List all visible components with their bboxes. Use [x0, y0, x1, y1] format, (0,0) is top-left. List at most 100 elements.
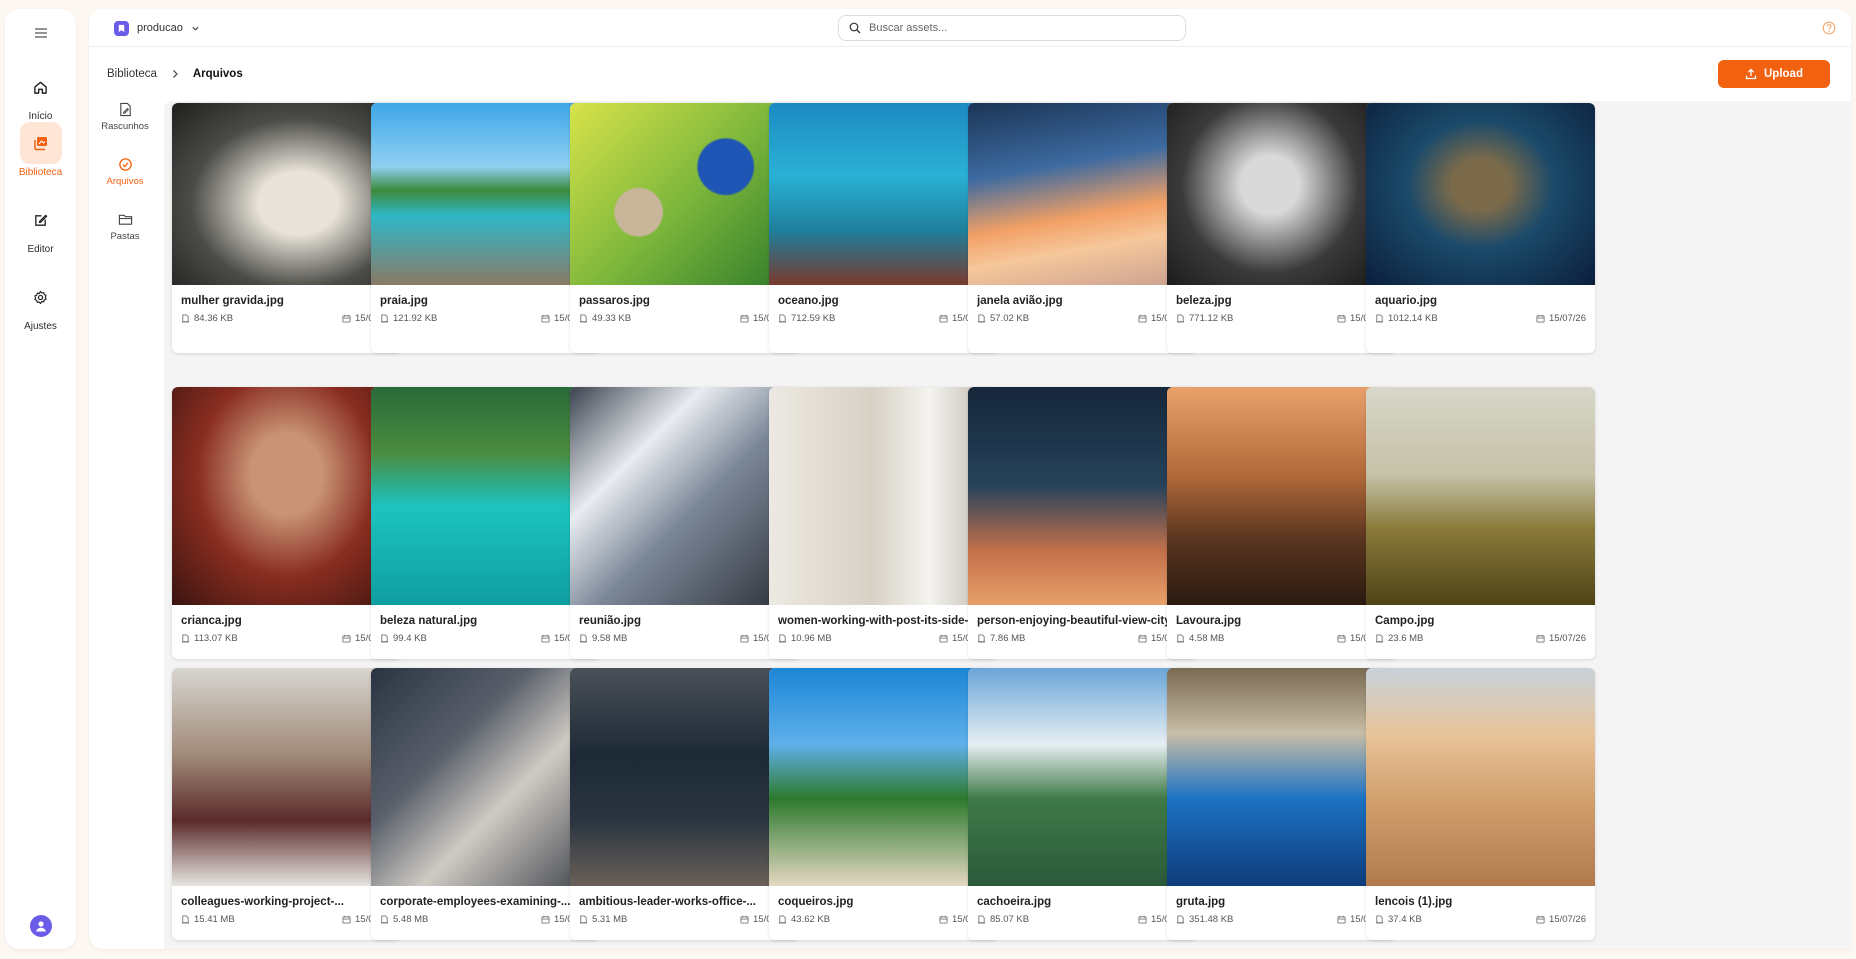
asset-thumbnail[interactable] [1366, 387, 1595, 605]
asset-meta: 9.58 MB15/07/26 [579, 633, 790, 644]
asset-thumbnail[interactable] [570, 103, 799, 285]
asset-card[interactable]: ambitious-leader-works-office-... 5.31 MB… [570, 668, 799, 940]
file-size-icon [778, 634, 787, 643]
asset-meta: 7.86 MB15/07/26 [977, 633, 1188, 644]
asset-thumbnail[interactable] [769, 103, 998, 285]
asset-card[interactable]: Lavoura.jpg 4.58 MB15/07/26 [1167, 387, 1396, 659]
asset-card[interactable]: beleza natural.jpg 99.4 KB15/07/26 [371, 387, 600, 659]
calendar-icon [1536, 634, 1545, 643]
asset-card[interactable]: gruta.jpg 351.48 KB15/07/26 [1167, 668, 1396, 940]
asset-thumbnail[interactable] [1366, 668, 1595, 886]
asset-filename: praia.jpg [380, 295, 428, 307]
asset-card[interactable]: beleza.jpg 771.12 KB15/07/26 [1167, 103, 1396, 353]
asset-size: 43.62 KB [791, 914, 831, 925]
asset-thumbnail[interactable] [968, 668, 1197, 886]
asset-card[interactable]: passaros.jpg 49.33 KB15/07/26 [570, 103, 799, 353]
breadcrumb-biblioteca[interactable]: Biblioteca [107, 68, 157, 80]
sidebar-item-biblioteca[interactable]: Biblioteca [5, 122, 76, 188]
asset-card[interactable]: oceano.jpg 712.59 KB15/07/26 [769, 103, 998, 353]
asset-thumbnail[interactable] [1167, 387, 1396, 605]
asset-card[interactable]: crianca.jpg 113.07 KB15/07/26 [172, 387, 401, 659]
asset-thumbnail[interactable] [172, 103, 401, 285]
asset-card[interactable]: aquario.jpg 1012.14 KB 15/07/26 [1366, 103, 1595, 353]
gear-icon [20, 276, 62, 318]
file-size-icon [1176, 314, 1185, 323]
upload-icon [1745, 68, 1757, 80]
asset-card[interactable]: Campo.jpg 23.6 MB 15/07/26 [1366, 387, 1595, 659]
asset-size: 15.41 MB [194, 914, 235, 925]
workspace-selector[interactable]: producao [114, 18, 200, 38]
asset-card[interactable]: praia.jpg 121.92 KB15/07/26 [371, 103, 600, 353]
calendar-icon [939, 915, 948, 924]
asset-card[interactable]: janela avião.jpg 57.02 KB15/07/26 [968, 103, 1197, 353]
file-size-icon [181, 634, 190, 643]
search-icon [849, 22, 861, 34]
asset-card[interactable]: women-working-with-post-its-side-... 10.9… [769, 387, 998, 659]
help-icon[interactable] [1822, 21, 1836, 35]
chevron-right-icon [172, 70, 178, 78]
asset-card[interactable]: person-enjoying-beautiful-view-city-... 7… [968, 387, 1197, 659]
asset-card[interactable]: lencois (1).jpg 37.4 KB 15/07/26 [1366, 668, 1595, 940]
subnav-label: Arquivos [106, 176, 144, 187]
asset-meta: 99.4 KB15/07/26 [380, 633, 591, 644]
sidebar-item-ajustes[interactable]: Ajustes [5, 276, 76, 342]
calendar-icon [1337, 314, 1346, 323]
asset-thumbnail[interactable] [172, 668, 401, 886]
sidebar-item-editor[interactable]: Editor [5, 199, 76, 265]
asset-card[interactable]: mulher gravida.jpg 84.36 KB15/07/26 [172, 103, 401, 353]
asset-meta: 712.59 KB15/07/26 [778, 313, 989, 324]
asset-size: 113.07 KB [194, 633, 238, 644]
asset-thumbnail[interactable] [371, 387, 600, 605]
sidebar-item-label: Início [28, 111, 53, 122]
top-bar: producao [89, 9, 1851, 47]
file-size-icon [181, 915, 190, 924]
asset-size: 57.02 KB [990, 313, 1030, 324]
calendar-icon [1138, 314, 1147, 323]
file-size-icon [977, 915, 986, 924]
asset-thumbnail[interactable] [1167, 668, 1396, 886]
subnav-pastas[interactable]: Pastas [89, 212, 161, 254]
calendar-icon [740, 634, 749, 643]
asset-meta: 57.02 KB15/07/26 [977, 313, 1188, 324]
edit-icon [20, 199, 62, 241]
asset-thumbnail[interactable] [769, 387, 998, 605]
avatar[interactable] [30, 915, 52, 937]
asset-filename: crianca.jpg [181, 615, 242, 627]
asset-thumbnail[interactable] [769, 668, 998, 886]
asset-meta: 771.12 KB15/07/26 [1176, 313, 1387, 324]
asset-size: 4.58 MB [1189, 633, 1225, 644]
asset-size: 23.6 MB [1388, 633, 1424, 644]
asset-thumbnail[interactable] [570, 387, 799, 605]
subnav-rascunhos[interactable]: Rascunhos [89, 102, 161, 144]
asset-thumbnail[interactable] [172, 387, 401, 605]
file-size-icon [1375, 915, 1384, 924]
asset-thumbnail[interactable] [1167, 103, 1396, 285]
asset-size: 5.31 MB [592, 914, 628, 925]
asset-meta: 49.33 KB15/07/26 [579, 313, 790, 324]
asset-thumbnail[interactable] [371, 668, 600, 886]
menu-icon[interactable] [31, 23, 51, 43]
asset-filename: mulher gravida.jpg [181, 295, 284, 307]
asset-card[interactable]: coqueiros.jpg 43.62 KB15/07/26 [769, 668, 998, 940]
asset-card[interactable]: corporate-employees-examining-... 5.48 MB… [371, 668, 600, 940]
subnav-arquivos[interactable]: Arquivos [89, 157, 161, 199]
asset-meta: 10.96 MB15/07/26 [778, 633, 989, 644]
asset-filename: Lavoura.jpg [1176, 615, 1242, 627]
asset-thumbnail[interactable] [570, 668, 799, 886]
asset-card[interactable]: cachoeira.jpg 85.07 KB15/07/26 [968, 668, 1197, 940]
asset-thumbnail[interactable] [371, 103, 600, 285]
asset-filename: gruta.jpg [1176, 896, 1226, 908]
asset-filename: corporate-employees-examining-... [380, 896, 571, 908]
asset-thumbnail[interactable] [1366, 103, 1595, 285]
check-circle-icon [118, 158, 132, 171]
search-input[interactable] [869, 22, 1159, 34]
asset-card[interactable]: reunião.jpg 9.58 MB15/07/26 [570, 387, 799, 659]
folder-icon [118, 214, 132, 225]
asset-filename: coqueiros.jpg [778, 896, 854, 908]
asset-thumbnail[interactable] [968, 103, 1197, 285]
asset-thumbnail[interactable] [968, 387, 1197, 605]
upload-button[interactable]: Upload [1718, 60, 1830, 88]
calendar-icon [1536, 314, 1545, 323]
asset-size: 121.92 KB [393, 313, 438, 324]
asset-card[interactable]: colleagues-working-project-... 15.41 MB15… [172, 668, 401, 940]
